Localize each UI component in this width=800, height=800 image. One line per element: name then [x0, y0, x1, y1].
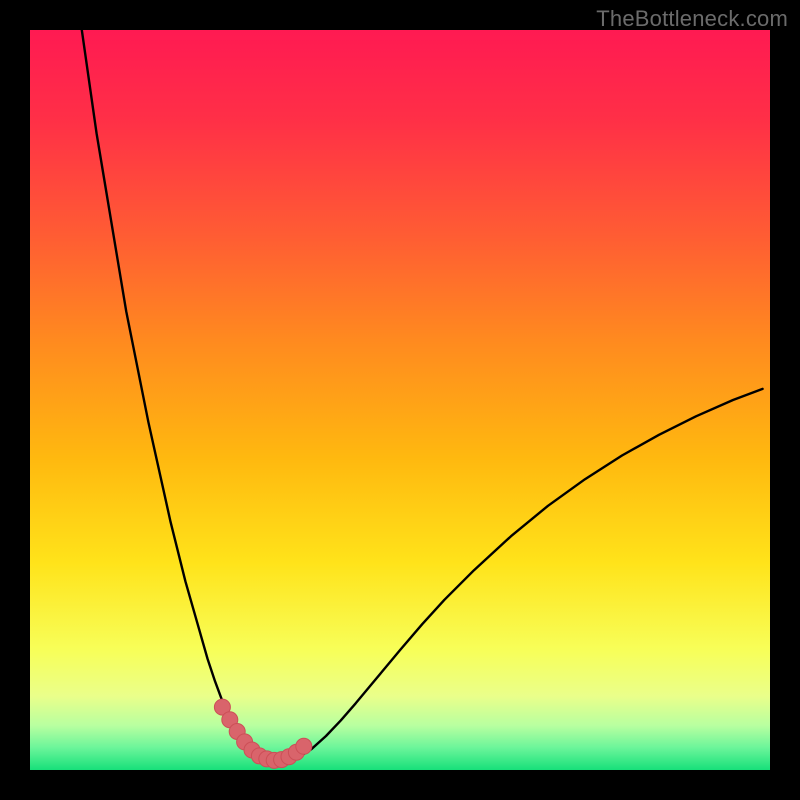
bottleneck-curve	[82, 30, 763, 763]
watermark-text: TheBottleneck.com	[596, 6, 788, 32]
dip-markers-group	[214, 699, 311, 768]
dip-marker	[296, 738, 312, 754]
chart-frame: TheBottleneck.com	[0, 0, 800, 800]
curve-layer	[30, 30, 770, 770]
plot-area	[30, 30, 770, 770]
